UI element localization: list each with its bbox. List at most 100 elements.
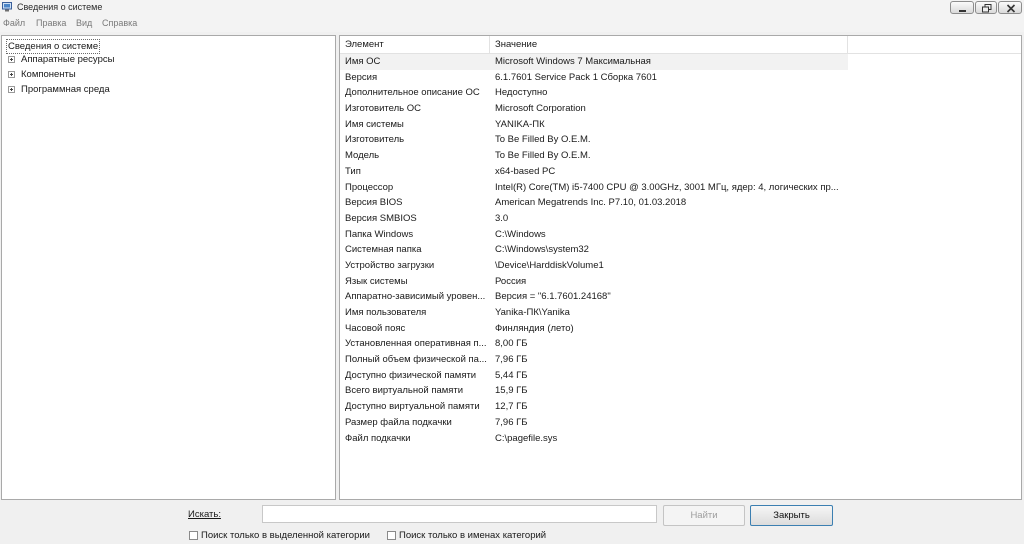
row-item-value: Финляндия (лето) — [495, 322, 574, 334]
row-item-name: Всего виртуальной памяти — [345, 385, 464, 397]
table-row[interactable]: Имя ОС Microsoft Windows 7 Максимальная — [340, 54, 1021, 70]
row-item-name: Изготовитель ОС — [345, 103, 421, 115]
row-item-value: 5,44 ГБ — [495, 369, 528, 381]
table-row[interactable]: Модель To Be Filled By O.E.M. — [340, 148, 1021, 164]
table-row[interactable]: Устройство загрузки \Device\HarddiskVolum… — [340, 258, 1021, 274]
row-item-value: 7,96 ГБ — [495, 416, 528, 428]
row-item-value: To Be Filled By O.E.M. — [495, 150, 591, 162]
search-category-names-checkbox[interactable] — [387, 531, 396, 540]
row-item-name: Процессор — [345, 181, 394, 193]
expand-plus-icon[interactable] — [8, 71, 15, 78]
row-item-value: 8,00 ГБ — [495, 338, 528, 350]
table-row[interactable]: Версия BIOS American Megatrends Inc. P7.1… — [340, 195, 1021, 211]
close-button[interactable]: Закрыть — [750, 505, 833, 526]
table-row[interactable]: Установленная оперативная п... 8,00 ГБ — [340, 336, 1021, 352]
row-item-name: Модель — [345, 150, 380, 162]
search-category-names-label: Поиск только в именах категорий — [399, 530, 547, 541]
table-row[interactable]: Тип x64-based PC — [340, 164, 1021, 180]
row-item-value: Yanika-ПК\Yanika — [495, 307, 570, 318]
find-button[interactable]: Найти — [663, 505, 745, 526]
menu-help[interactable]: Справка — [102, 18, 137, 28]
row-item-name: Имя системы — [345, 118, 404, 130]
close-window-button[interactable] — [998, 1, 1022, 14]
window-title: Сведения о системе — [17, 2, 103, 12]
expand-plus-icon[interactable] — [8, 56, 15, 63]
row-item-value: 12,7 ГБ — [495, 401, 528, 413]
menu-file[interactable]: Файл — [3, 18, 25, 28]
row-item-value: Недоступно — [495, 87, 548, 99]
row-item-name: Имя пользователя — [345, 307, 427, 318]
row-item-value: 15,9 ГБ — [495, 385, 528, 397]
table-row[interactable]: Имя пользователя Yanika-ПК\Yanika — [340, 305, 1021, 321]
table-row[interactable]: Имя системы YANIKA-ПК — [340, 117, 1021, 133]
row-item-name: Установленная оперативная п... — [345, 338, 487, 350]
table-row[interactable]: Часовой пояс Финляндия (лето) — [340, 321, 1021, 337]
table-row[interactable]: Доступно виртуальной памяти 12,7 ГБ — [340, 399, 1021, 415]
row-item-value: C:\Windows — [495, 228, 546, 240]
restore-icon — [982, 4, 992, 13]
table-row[interactable]: Всего виртуальной памяти 15,9 ГБ — [340, 383, 1021, 399]
category-tree: Сведения о системе Аппаратные ресурсы Ко… — [1, 35, 336, 500]
search-input[interactable] — [262, 505, 657, 523]
row-item-name: Доступно виртуальной памяти — [345, 401, 480, 413]
table-row[interactable]: Версия 6.1.7601 Service Pack 1 Сборка 760… — [340, 70, 1021, 86]
table-row[interactable]: Размер файла подкачки 7,96 ГБ — [340, 415, 1021, 431]
row-item-value: \Device\HarddiskVolume1 — [495, 259, 604, 271]
menu-bar: Файл Правка Вид Справка — [0, 16, 1024, 32]
row-item-value: 7,96 ГБ — [495, 354, 528, 366]
details-list: Элемент Значение Имя ОС Microsoft Windows… — [339, 35, 1022, 500]
row-item-value: Intel(R) Core(TM) i5-7400 CPU @ 3.00GHz,… — [495, 181, 839, 193]
maximize-button[interactable] — [975, 1, 997, 14]
tree-node-label: Компоненты — [21, 69, 76, 80]
list-header: Элемент Значение — [340, 36, 1021, 54]
title-bar: Сведения о системе — [0, 0, 1024, 16]
column-header-value[interactable]: Значение — [490, 36, 848, 53]
row-item-value: C:\pagefile.sys — [495, 432, 558, 444]
table-row[interactable]: Изготовитель To Be Filled By O.E.M. — [340, 132, 1021, 148]
tree-node-label: Аппаратные ресурсы — [21, 54, 115, 65]
row-item-name: Версия — [345, 71, 378, 83]
row-item-value: Microsoft Windows 7 Максимальная — [495, 56, 651, 67]
row-item-value: x64-based PC — [495, 165, 556, 177]
table-row[interactable]: Папка Windows C:\Windows — [340, 227, 1021, 243]
system-information-icon — [2, 2, 12, 12]
search-selected-category-checkbox[interactable] — [189, 531, 198, 540]
table-row[interactable]: Аппаратно-зависимый уровен... Версия = "6… — [340, 289, 1021, 305]
row-item-value: YANIKA-ПК — [495, 118, 545, 130]
expand-plus-icon[interactable] — [8, 86, 15, 93]
row-item-value: 6.1.7601 Service Pack 1 Сборка 7601 — [495, 71, 657, 83]
menu-edit[interactable]: Правка — [36, 18, 66, 28]
tree-root-system-summary[interactable]: Сведения о системе — [6, 39, 101, 54]
row-item-value: 3.0 — [495, 212, 509, 224]
row-item-value: American Megatrends Inc. P7.10, 01.03.20… — [495, 197, 687, 209]
row-item-name: Язык системы — [345, 275, 408, 287]
menu-view[interactable]: Вид — [76, 18, 92, 28]
table-row[interactable]: Полный объем физической па... 7,96 ГБ — [340, 352, 1021, 368]
table-row[interactable]: Версия SMBIOS 3.0 — [340, 211, 1021, 227]
row-item-name: Дополнительное описание ОС — [345, 87, 480, 99]
table-row[interactable]: Изготовитель ОС Microsoft Corporation — [340, 101, 1021, 117]
search-label: Искать: — [188, 509, 221, 520]
row-item-value: Россия — [495, 275, 527, 287]
row-item-value: C:\Windows\system32 — [495, 244, 589, 256]
row-item-name: Часовой пояс — [345, 322, 406, 334]
table-row[interactable]: Язык системы Россия — [340, 274, 1021, 290]
list-rows: Имя ОС Microsoft Windows 7 Максимальная Ве… — [340, 54, 1021, 446]
row-item-name: Имя ОС — [345, 56, 381, 67]
close-icon — [1006, 4, 1016, 13]
table-row[interactable]: Процессор Intel(R) Core(TM) i5-7400 CPU @… — [340, 180, 1021, 196]
column-header-item[interactable]: Элемент — [340, 36, 490, 53]
row-item-name: Версия SMBIOS — [345, 212, 417, 224]
search-selected-category-label: Поиск только в выделенной категории — [201, 530, 370, 541]
tree-node-label: Программная среда — [21, 84, 110, 95]
table-row[interactable]: Файл подкачки C:\pagefile.sys — [340, 431, 1021, 447]
table-row[interactable]: Доступно физической памяти 5,44 ГБ — [340, 368, 1021, 384]
row-item-name: Устройство загрузки — [345, 259, 435, 271]
row-item-name: Системная папка — [345, 244, 422, 256]
row-item-name: Доступно физической памяти — [345, 369, 477, 381]
table-row[interactable]: Дополнительное описание ОС Недоступно — [340, 85, 1021, 101]
row-item-name: Размер файла подкачки — [345, 416, 452, 428]
table-row[interactable]: Системная папка C:\Windows\system32 — [340, 242, 1021, 258]
row-item-name: Файл подкачки — [345, 432, 411, 444]
minimize-button[interactable] — [950, 1, 974, 14]
